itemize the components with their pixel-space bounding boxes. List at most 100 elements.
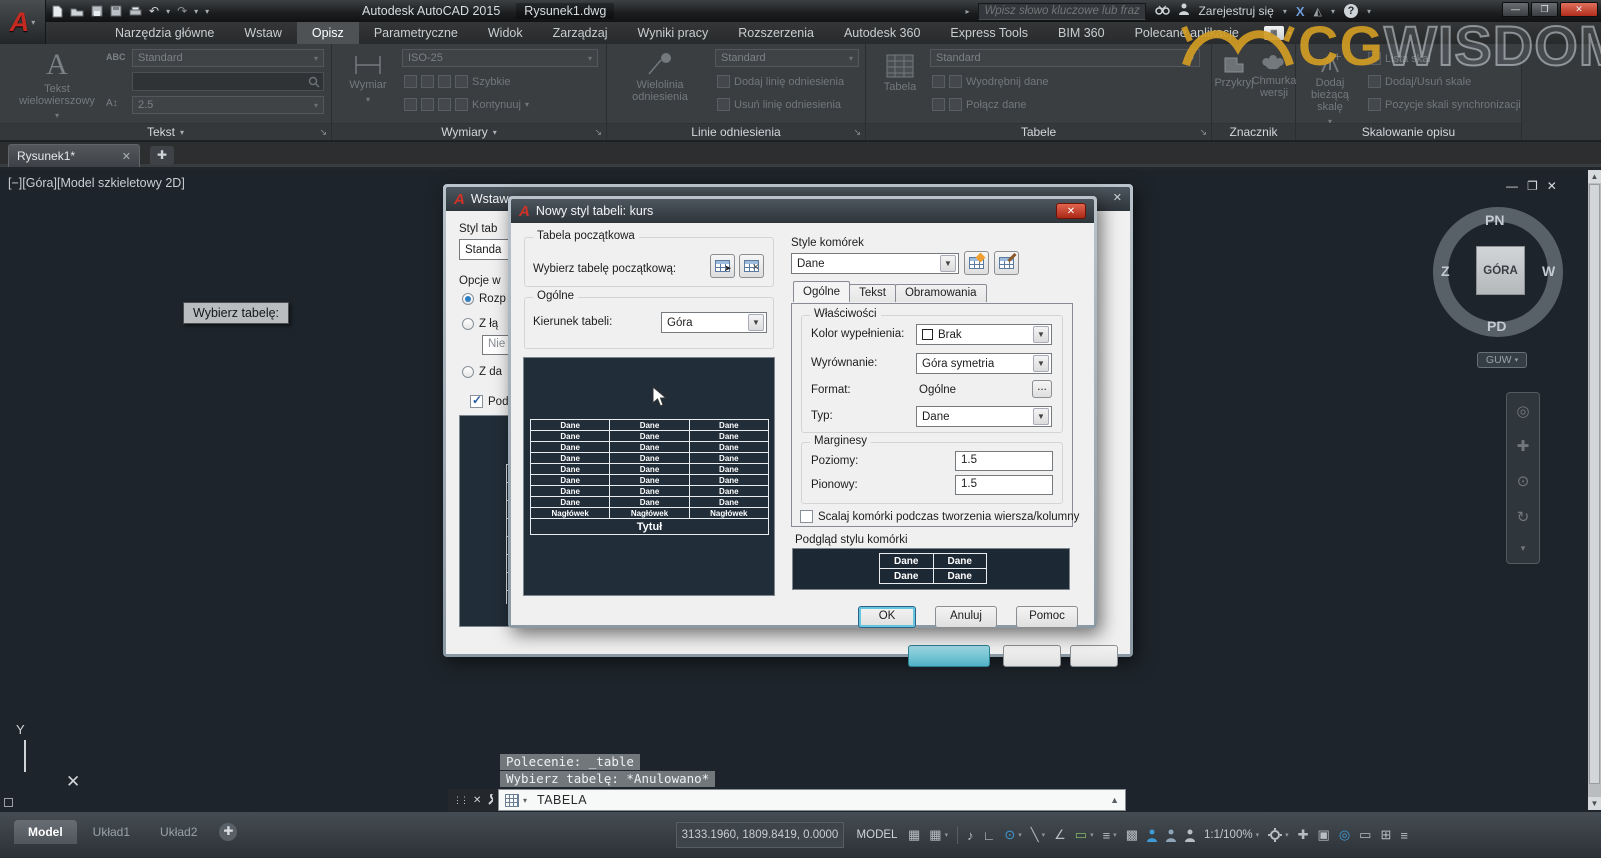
drag-handle-icon[interactable]: ⋮⋮ xyxy=(453,795,467,806)
viewcube-ucs-button[interactable]: GUW▾ xyxy=(1477,352,1527,368)
scrollbar-thumb[interactable] xyxy=(1589,184,1600,784)
cell-style-combo[interactable]: Dane▼ xyxy=(791,253,959,274)
manage-cell-styles-button[interactable] xyxy=(994,251,1019,275)
viewcube-south[interactable]: PD xyxy=(1487,318,1506,334)
sign-in-link[interactable]: Zarejestruj się xyxy=(1198,4,1273,18)
tab-obramowania[interactable]: Obramowania xyxy=(895,284,987,302)
plot-icon[interactable] xyxy=(129,6,142,17)
annotation-scale-icon[interactable] xyxy=(1185,829,1195,842)
annotation-visibility-icon[interactable] xyxy=(1147,829,1157,842)
command-dock-grip[interactable]: ⋮⋮ ✕ xyxy=(448,789,498,811)
tab-narzedzia-glowne[interactable]: Narzędzia główne xyxy=(100,22,229,44)
lineweight-caret-icon[interactable]: ▾ xyxy=(1113,831,1117,839)
redo-caret-icon[interactable]: ▾ xyxy=(194,7,198,16)
merge-cells-checkbox[interactable] xyxy=(800,510,813,523)
help-icon[interactable]: ? xyxy=(1344,4,1358,18)
insert-help-button[interactable] xyxy=(1070,645,1118,667)
clean-screen-icon[interactable]: ▭ xyxy=(1359,827,1371,843)
dialog-titlebar[interactable]: A Nowy styl tabeli: kurs ✕ xyxy=(511,199,1094,223)
layout-tab-uklad2[interactable]: Układ2 xyxy=(146,820,211,844)
insert-dialog-close-icon[interactable]: ✕ xyxy=(1113,191,1122,207)
remove-start-table-button[interactable]: ✕ xyxy=(739,254,764,278)
settings-gear-icon[interactable] xyxy=(1268,828,1282,842)
tab-widok[interactable]: Widok xyxy=(473,22,538,44)
grid-display-icon[interactable]: ▦ xyxy=(908,827,920,843)
alignment-combo[interactable]: Góra symetria▼ xyxy=(916,353,1052,374)
scroll-up-icon[interactable]: ▲ xyxy=(1588,170,1601,183)
viewcube-top-face[interactable]: GÓRA xyxy=(1476,246,1525,295)
preview-checkbox[interactable]: ✓ xyxy=(470,395,483,408)
tab-rozszerzenia[interactable]: Rozszerzenia xyxy=(723,22,829,44)
viewcube-east-w[interactable]: W xyxy=(1542,263,1555,279)
tab-bim-360[interactable]: BIM 360 xyxy=(1043,22,1120,44)
transparency-icon[interactable]: ▩ xyxy=(1126,827,1138,843)
pick-start-table-button[interactable]: ➤ xyxy=(710,254,735,278)
command-line[interactable]: ▾ TABELA ▲ xyxy=(498,789,1126,811)
redo-icon[interactable]: ↷ xyxy=(177,4,187,18)
open-file-icon[interactable] xyxy=(70,6,84,17)
scale-caret-icon[interactable]: ▾ xyxy=(1256,831,1260,839)
zoom-icon[interactable]: ⊙ xyxy=(1517,472,1530,490)
model-space-button[interactable]: MODEL xyxy=(852,822,902,848)
command-caret-icon[interactable]: ▾ xyxy=(523,796,527,805)
command-close-icon[interactable]: ✕ xyxy=(473,795,481,806)
new-layout-button[interactable]: ✚ xyxy=(219,823,237,841)
pan-icon[interactable]: ✚ xyxy=(1517,437,1530,455)
tab-opisz[interactable]: Opisz xyxy=(297,22,359,44)
fill-color-combo[interactable]: Brak▼ xyxy=(916,324,1052,345)
type-combo[interactable]: Dane▼ xyxy=(916,406,1052,427)
panel-tabele-footer[interactable]: Tabele↘ xyxy=(866,123,1211,140)
hardware-acceleration-icon[interactable]: ◎ xyxy=(1339,827,1350,843)
new-file-icon[interactable] xyxy=(52,5,63,18)
ribbon-display-caret-icon[interactable]: ▾ xyxy=(1288,29,1292,44)
panel-znacznik-footer[interactable]: Znacznik xyxy=(1212,123,1295,140)
sign-in-caret-icon[interactable]: ▾ xyxy=(1283,7,1287,16)
autoscale-icon[interactable] xyxy=(1166,829,1176,842)
ok-button[interactable]: OK xyxy=(858,606,916,628)
layout-tab-uklad1[interactable]: Układ1 xyxy=(79,820,144,844)
help-button[interactable]: Pomoc xyxy=(1016,606,1078,628)
app-minimize-button[interactable]: — xyxy=(1502,2,1529,17)
format-browse-button[interactable]: ... xyxy=(1032,380,1052,398)
fullscreen-icon[interactable]: ⊞ xyxy=(1380,827,1391,843)
polar-tracking-icon[interactable]: ⊙ xyxy=(1004,827,1015,843)
save-icon[interactable] xyxy=(91,5,103,17)
snap-caret-icon[interactable]: ▾ xyxy=(945,831,949,839)
isodraft-icon[interactable]: ╲ xyxy=(1031,827,1039,843)
panel-linie-footer[interactable]: Linie odniesienia↘ xyxy=(607,123,865,140)
tab-wstaw[interactable]: Wstaw xyxy=(229,22,297,44)
panel-tekst-footer[interactable]: Tekst▾↘ xyxy=(0,123,331,140)
command-expand-icon[interactable]: ▲ xyxy=(1110,795,1119,805)
viewport-minimize-icon[interactable]: — xyxy=(1506,179,1518,193)
command-tools-icon[interactable] xyxy=(487,794,493,806)
undo-icon[interactable]: ↶ xyxy=(149,4,159,18)
ribbon-display-toggle[interactable]: ▦ xyxy=(1264,26,1284,40)
tab-express-tools[interactable]: Express Tools xyxy=(935,22,1043,44)
create-cell-style-button[interactable] xyxy=(964,251,989,275)
tab-tekst[interactable]: Tekst xyxy=(849,284,896,302)
drawing-tab[interactable]: Rysunek1*✕ xyxy=(8,144,140,167)
start-empty-radio[interactable] xyxy=(462,293,474,305)
tab-wyniki-pracy[interactable]: Wyniki pracy xyxy=(623,22,724,44)
navbar-more-icon[interactable]: ▾ xyxy=(1521,543,1526,554)
isolate-objects-icon[interactable]: ✚ xyxy=(1298,827,1309,843)
from-data-radio[interactable] xyxy=(462,366,474,378)
settings-caret-icon[interactable]: ▾ xyxy=(1285,831,1289,839)
dynamic-input-icon[interactable]: ♪ xyxy=(967,828,974,843)
cancel-button[interactable]: Anuluj xyxy=(935,606,997,628)
horizontal-margin-field[interactable]: 1.5 xyxy=(955,451,1053,471)
save-as-icon[interactable] xyxy=(110,5,122,17)
object-snap-tracking-icon[interactable]: ∠ xyxy=(1054,827,1066,843)
tab-parametryczne[interactable]: Parametryczne xyxy=(359,22,473,44)
panel-wymiary-footer[interactable]: Wymiary▾↘ xyxy=(332,123,606,140)
customization-menu-icon[interactable]: ≡ xyxy=(1400,828,1408,843)
viewcube-north[interactable]: PN xyxy=(1485,212,1504,228)
tab-close-icon[interactable]: ✕ xyxy=(122,150,131,163)
tab-ogolne[interactable]: Ogólne xyxy=(793,281,850,302)
qat-customize-icon[interactable]: ▾ xyxy=(205,7,209,16)
command-input[interactable]: TABELA xyxy=(537,793,587,807)
viewport-close-icon[interactable]: ✕ xyxy=(1547,179,1557,193)
table-direction-combo[interactable]: Góra▼ xyxy=(661,312,767,333)
autodesk360-caret-icon[interactable]: ▾ xyxy=(1331,7,1335,16)
snap-mode-icon[interactable]: ▦ xyxy=(929,827,941,843)
